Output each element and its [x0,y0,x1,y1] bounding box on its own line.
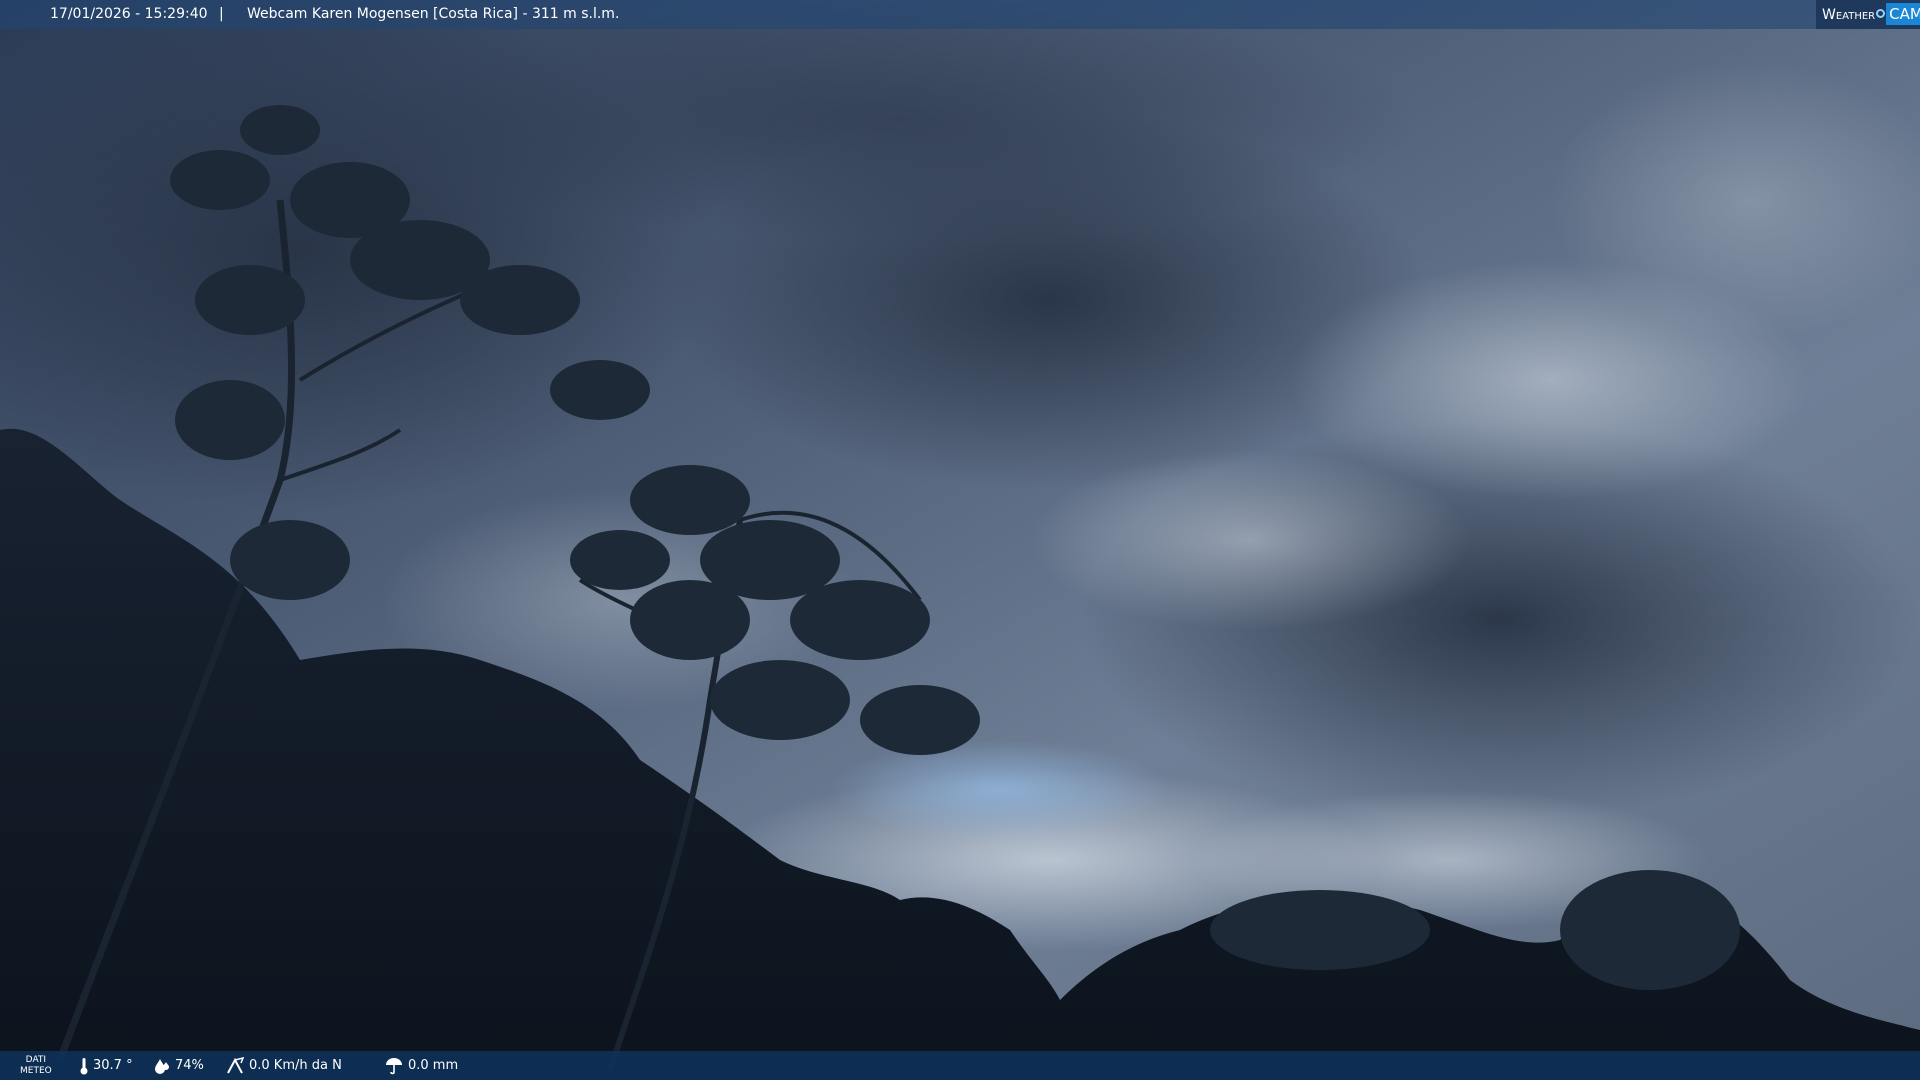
webcam-frame: 17/01/2026 - 15:29:40 | Webcam Karen Mog… [0,0,1920,1080]
webcam-photo [0,0,1920,1080]
logo-eye-icon [1876,9,1886,18]
temperature-value: 30.7 ° [93,1058,133,1073]
weather-label: DATI METEO [20,1055,52,1077]
humidity-value: 74% [175,1058,204,1073]
wind-value: 0.0 Km/h da N [249,1058,342,1073]
rain-gauge-icon [386,1057,402,1074]
wind-reading: 0.0 Km/h da N [225,1051,342,1080]
humidity-reading: 74% [153,1051,204,1080]
webcam-caption: Webcam Karen Mogensen [Costa Rica] - 311… [247,6,620,22]
humidity-drop-icon [155,1058,169,1074]
timestamp: 17/01/2026 - 15:29:40 [50,6,208,22]
info-bar: 17/01/2026 - 15:29:40 | Webcam Karen Mog… [0,0,1920,29]
weather-label-line1: DATI [25,1055,47,1065]
wind-icon [227,1056,245,1073]
logo-cam: CAM [1886,3,1920,25]
logo-word: Weather [1822,7,1876,23]
rain-reading: 0.0 mm [384,1051,458,1080]
separator: | [219,6,224,22]
thermometer-icon [80,1057,88,1074]
weather-bar: DATI METEO 30.7 ° 74% 0.0 Km/h da N 0.0 … [0,1051,1920,1080]
weather-label-line2: METEO [20,1066,52,1076]
rain-value: 0.0 mm [408,1058,459,1073]
weathercam-logo: Weather CAM [1816,0,1920,29]
temperature-reading: 30.7 ° [79,1051,133,1080]
